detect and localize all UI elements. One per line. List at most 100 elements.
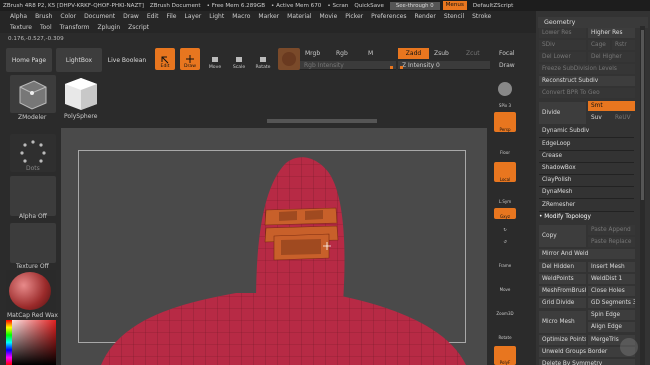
crease-subpalette[interactable]: Crease	[539, 151, 635, 161]
zoom3d-button[interactable]: Zoom3D	[494, 296, 516, 316]
menu-color[interactable]: Color	[56, 13, 80, 20]
delete-by-symmetry-button[interactable]: Delete By Symmetry	[539, 359, 635, 365]
grid-divide-button[interactable]: Grid Divide	[539, 298, 586, 308]
hue-strip[interactable]	[6, 320, 12, 365]
suv-toggle[interactable]: Suv	[588, 113, 610, 123]
see-through-slider[interactable]: See-through 0	[389, 1, 440, 10]
palette-scroll-thumb[interactable]	[641, 30, 644, 200]
draw-size-slider[interactable]: Draw	[499, 62, 515, 69]
menu-texture[interactable]: Texture	[6, 24, 36, 31]
menu-tool[interactable]: Tool	[36, 24, 56, 31]
menu-stencil[interactable]: Stencil	[440, 13, 468, 20]
meshfrombrush-button[interactable]: MeshFromBrush	[539, 286, 586, 296]
move-view-button[interactable]: Move	[494, 272, 516, 292]
zremesher-subpalette[interactable]: ZRemesher	[539, 200, 635, 210]
menu-draw[interactable]: Draw	[119, 13, 143, 20]
menu-material[interactable]: Material	[283, 13, 315, 20]
menu-light[interactable]: Light	[205, 13, 228, 20]
claypolish-subpalette[interactable]: ClayPolish	[539, 175, 635, 185]
del-hidden-button[interactable]: Del Hidden	[539, 262, 586, 272]
default-zscript-button[interactable]: DefaultZScript	[470, 3, 517, 9]
dynamesh-subpalette[interactable]: DynaMesh	[539, 187, 635, 197]
menu-document[interactable]: Document	[80, 13, 119, 20]
menu-brush[interactable]: Brush	[31, 13, 56, 20]
edgeloop-subpalette[interactable]: EdgeLoop	[539, 139, 635, 149]
copy-button[interactable]: Copy	[539, 225, 586, 247]
lightbox-button[interactable]: LightBox	[56, 48, 102, 72]
micro-mesh-button[interactable]: Micro Mesh	[539, 311, 586, 333]
draw-mode-button[interactable]: Draw	[180, 48, 200, 70]
optimize-points-button[interactable]: Optimize Points	[539, 335, 586, 345]
menu-picker[interactable]: Picker	[341, 13, 367, 20]
scale-mode-button[interactable]: Scale	[229, 48, 249, 70]
dynamic-subdiv-subpalette[interactable]: Dynamic Subdiv	[539, 126, 635, 136]
matcap-thumb[interactable]	[6, 270, 56, 312]
rgb-button[interactable]: Rgb	[336, 50, 348, 57]
convert-bpr-button[interactable]: Convert BPR To Geo	[539, 88, 635, 98]
mrgb-button[interactable]: Mrgb	[305, 50, 320, 57]
paste-append-button[interactable]: Paste Append	[588, 225, 635, 235]
focal-shift-slider[interactable]: Focal	[499, 50, 515, 57]
sdiv-slider[interactable]: SDiv	[539, 40, 586, 50]
zsub-button[interactable]: Zsub	[434, 50, 449, 57]
cage-button[interactable]: Cage	[588, 40, 610, 50]
menu-alpha[interactable]: Alpha	[6, 13, 31, 20]
reconstruct-subdiv-button[interactable]: Reconstruct Subdiv	[539, 76, 635, 86]
floor-button[interactable]: Floor	[494, 137, 516, 155]
menu-zplugin[interactable]: Zplugin	[93, 24, 124, 31]
insert-mesh-button[interactable]: Insert Mesh	[588, 262, 635, 272]
paste-replace-button[interactable]: Paste Replace	[588, 237, 635, 247]
polyf-button[interactable]: PolyF	[494, 346, 516, 365]
lower-res-button[interactable]: Lower Res	[539, 28, 586, 38]
bpr-button[interactable]	[494, 76, 516, 96]
alpha-thumb[interactable]	[10, 176, 56, 216]
live-boolean-button[interactable]: Live Boolean	[104, 48, 150, 72]
modify-topology-subpalette[interactable]: • Modify Topology	[536, 212, 635, 222]
smt-toggle[interactable]: Smt	[588, 101, 635, 111]
menus-toggle[interactable]: Menus	[442, 1, 467, 10]
freeze-subdiv-button[interactable]: Freeze SubDivision Levels	[539, 64, 635, 74]
xyz-symmetry-button[interactable]: Gxyz	[494, 208, 516, 219]
reuv-toggle[interactable]: ReUV	[612, 113, 635, 123]
z-intensity-slider[interactable]: Z Intensity 0	[398, 61, 490, 70]
frame-button[interactable]: Frame	[494, 248, 516, 268]
menu-file[interactable]: File	[162, 13, 180, 20]
geometry-header[interactable]: Geometry	[538, 17, 648, 28]
shadowbox-subpalette[interactable]: ShadowBox	[539, 163, 635, 173]
menu-movie[interactable]: Movie	[316, 13, 342, 20]
spix-slider[interactable]: SPix 3	[494, 98, 516, 108]
quicksave-button[interactable]: QuickSave	[351, 3, 387, 9]
del-higher-button[interactable]: Del Higher	[588, 52, 635, 62]
lsym-button[interactable]: L.Sym	[494, 186, 516, 204]
rotate-mode-button[interactable]: Rotate	[253, 48, 273, 70]
local-button[interactable]: Local	[494, 162, 516, 182]
material-swatch[interactable]	[278, 48, 300, 70]
edit-mode-button[interactable]: Edit	[155, 48, 175, 70]
zadd-button[interactable]: Zadd	[398, 48, 429, 59]
polysphere-tool-thumb[interactable]	[61, 74, 103, 112]
persp-button[interactable]: Persp	[494, 112, 516, 132]
menu-transform[interactable]: Transform	[56, 24, 94, 31]
menu-layer[interactable]: Layer	[181, 13, 206, 20]
menu-preferences[interactable]: Preferences	[367, 13, 410, 20]
rgb-intensity-slider[interactable]: Rgb Intensity	[300, 61, 396, 70]
spin-edge-button[interactable]: Spin Edge	[588, 310, 635, 320]
gd-segments-slider[interactable]: GD Segments 3	[588, 298, 635, 308]
texture-thumb[interactable]	[10, 223, 56, 263]
home-page-button[interactable]: Home Page	[6, 48, 52, 72]
mesh-model[interactable]	[61, 128, 487, 365]
divide-button[interactable]: Divide	[539, 102, 586, 124]
zcut-button[interactable]: Zcut	[466, 50, 480, 57]
welddist-slider[interactable]: WeldDist 1	[588, 274, 635, 284]
menu-stroke[interactable]: Stroke	[468, 13, 495, 20]
align-edge-button[interactable]: Align Edge	[588, 322, 635, 332]
rotate-axis-icon[interactable]: ↻	[494, 222, 516, 232]
rotate-axis-2-icon[interactable]: ↺	[494, 234, 516, 244]
top-tray-handle[interactable]	[267, 119, 377, 123]
menu-macro[interactable]: Macro	[228, 13, 254, 20]
weldpoints-button[interactable]: WeldPoints	[539, 274, 586, 284]
menu-zscript[interactable]: Zscript	[124, 24, 153, 31]
menu-render[interactable]: Render	[410, 13, 439, 20]
color-picker[interactable]	[6, 320, 56, 365]
del-lower-button[interactable]: Del Lower	[539, 52, 586, 62]
